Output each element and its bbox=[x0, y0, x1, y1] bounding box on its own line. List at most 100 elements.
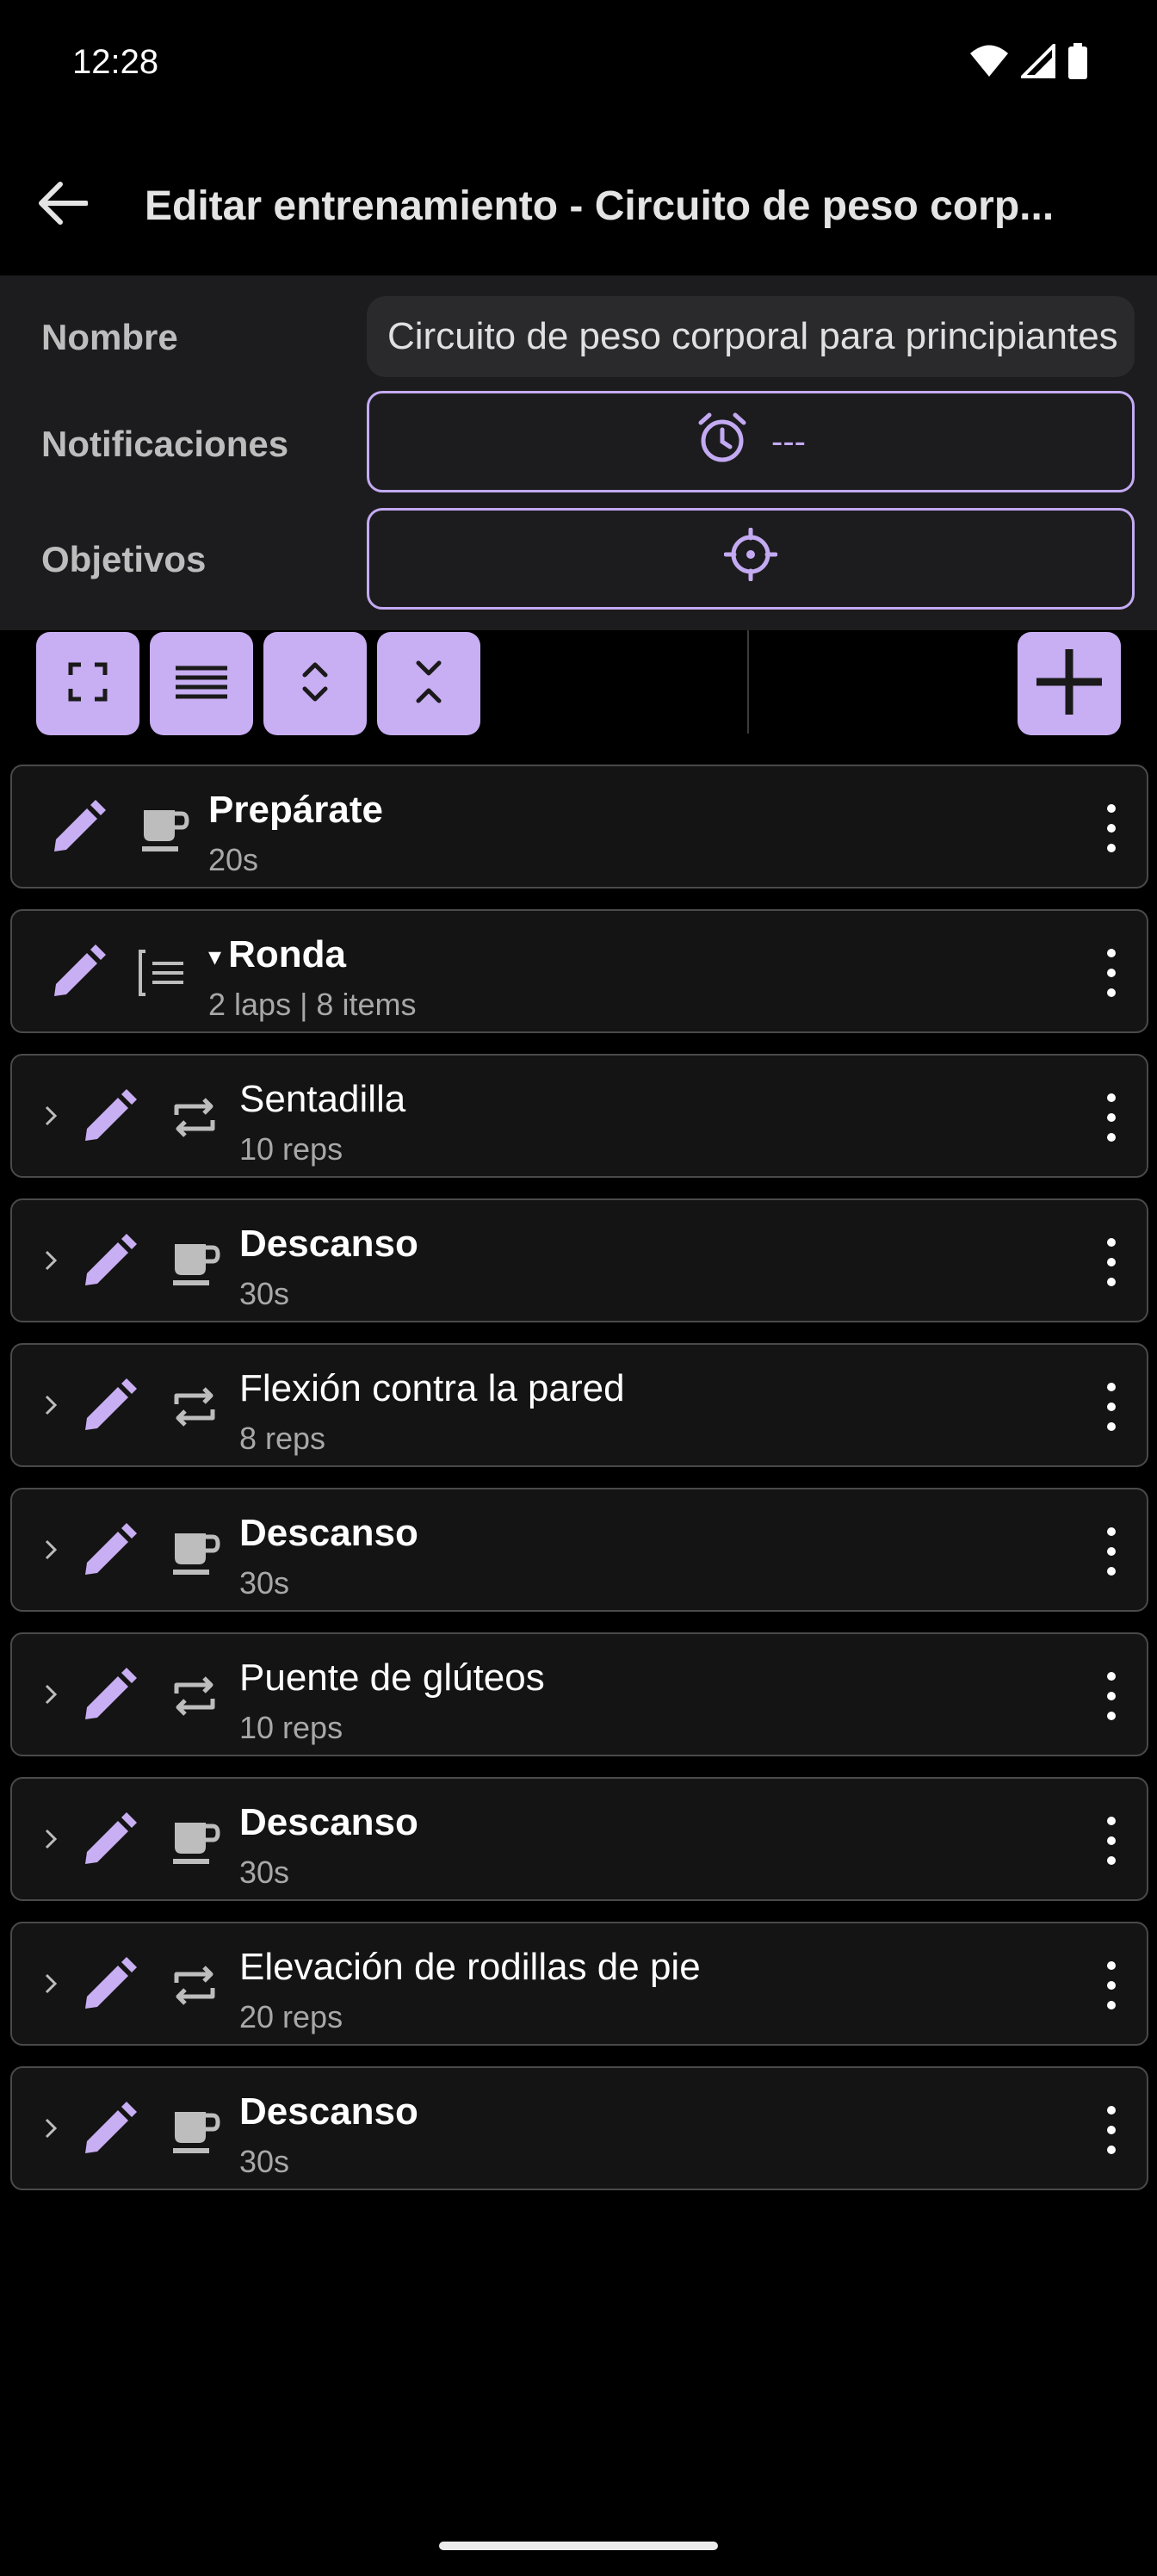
list-item[interactable]: Prepárate 20s bbox=[10, 765, 1148, 889]
back-button[interactable] bbox=[31, 174, 93, 236]
chevron-right-icon[interactable] bbox=[38, 1824, 64, 1855]
item-title-text: Sentadilla bbox=[239, 1078, 406, 1120]
gesture-nav-handle[interactable] bbox=[439, 2542, 718, 2550]
item-subtitle: 20s bbox=[208, 842, 259, 877]
more-dot bbox=[1107, 1383, 1116, 1391]
more-vert-icon[interactable] bbox=[1090, 1383, 1133, 1431]
chevron-right-icon[interactable] bbox=[38, 1968, 64, 1999]
item-subtitle: 8 reps bbox=[239, 1421, 326, 1456]
more-vert-icon[interactable] bbox=[1090, 1672, 1133, 1720]
list-item[interactable]: Flexión contra la pared 8 reps bbox=[10, 1343, 1148, 1467]
goals-button[interactable] bbox=[367, 508, 1135, 610]
pencil-icon[interactable] bbox=[74, 1517, 143, 1586]
chevron-right-icon[interactable] bbox=[38, 1534, 64, 1565]
more-dot bbox=[1107, 1856, 1116, 1865]
chevron-right-icon[interactable] bbox=[38, 1245, 64, 1276]
more-vert-icon[interactable] bbox=[1090, 1527, 1133, 1576]
more-vert-icon[interactable] bbox=[1090, 1238, 1133, 1286]
unfold-more-icon bbox=[298, 656, 332, 712]
chevron-right-icon[interactable] bbox=[38, 1100, 64, 1131]
more-dot bbox=[1107, 2126, 1116, 2134]
workout-form: Nombre Circuito de peso corporal para pr… bbox=[0, 276, 1157, 630]
expand-button[interactable] bbox=[263, 632, 367, 735]
notifications-label: Notificaciones bbox=[41, 424, 289, 464]
pencil-icon[interactable] bbox=[43, 938, 112, 1007]
name-field[interactable]: Circuito de peso corporal para principia… bbox=[367, 296, 1135, 377]
list-item[interactable]: Descanso 30s bbox=[10, 1488, 1148, 1612]
list-item[interactable]: Descanso 30s bbox=[10, 2066, 1148, 2190]
list-item[interactable]: Descanso 30s bbox=[10, 1198, 1148, 1322]
more-vert-icon[interactable] bbox=[1090, 1817, 1133, 1865]
unfold-less-icon bbox=[411, 656, 446, 712]
signal-icon bbox=[1018, 41, 1055, 83]
item-title: ▾ Ronda bbox=[208, 933, 346, 976]
more-dot bbox=[1107, 2106, 1116, 2115]
expanded-marker-icon[interactable]: ▾ bbox=[208, 943, 221, 971]
pencil-icon[interactable] bbox=[74, 2096, 143, 2164]
list-item[interactable]: ▾ Ronda 2 laps | 8 items bbox=[10, 909, 1148, 1033]
more-vert-icon[interactable] bbox=[1090, 804, 1133, 852]
menu-lines-icon bbox=[174, 663, 229, 705]
more-dot bbox=[1107, 2146, 1116, 2154]
more-vert-icon[interactable] bbox=[1090, 949, 1133, 997]
list-item[interactable]: Sentadilla 10 reps bbox=[10, 1054, 1148, 1178]
more-dot bbox=[1107, 1981, 1116, 1990]
repeat-icon bbox=[164, 1954, 226, 2016]
more-dot bbox=[1107, 844, 1116, 852]
item-title-text: Descanso bbox=[239, 1801, 418, 1843]
item-title-text: Descanso bbox=[239, 1223, 418, 1265]
collapse-button[interactable] bbox=[377, 632, 480, 735]
list-item[interactable]: Descanso 30s bbox=[10, 1777, 1148, 1901]
more-dot bbox=[1107, 1672, 1116, 1681]
more-dot bbox=[1107, 969, 1116, 977]
item-title-text: Prepárate bbox=[208, 789, 384, 831]
add-button[interactable] bbox=[1018, 632, 1121, 735]
chevron-right-icon[interactable] bbox=[38, 2113, 64, 2144]
list-item[interactable]: Elevación de rodillas de pie 20 reps bbox=[10, 1922, 1148, 2046]
more-dot bbox=[1107, 824, 1116, 833]
repeat-icon bbox=[164, 1087, 226, 1149]
coffee-icon bbox=[133, 797, 195, 859]
item-title: Prepárate bbox=[208, 789, 383, 832]
more-dot bbox=[1107, 1836, 1116, 1845]
page-title: Editar entrenamiento - Circuito de peso … bbox=[145, 183, 1055, 229]
plus-icon bbox=[1033, 646, 1105, 722]
more-dot bbox=[1107, 1258, 1116, 1266]
item-subtitle: 2 laps | 8 items bbox=[208, 987, 417, 1022]
more-dot bbox=[1107, 804, 1116, 813]
item-title: Puente de glúteos bbox=[239, 1656, 545, 1700]
notifications-value: --- bbox=[771, 422, 806, 461]
more-dot bbox=[1107, 1567, 1116, 1576]
list-item[interactable]: Puente de glúteos 10 reps bbox=[10, 1632, 1148, 1756]
pencil-icon[interactable] bbox=[74, 1806, 143, 1875]
pencil-icon[interactable] bbox=[74, 1372, 143, 1441]
pencil-icon[interactable] bbox=[74, 1951, 143, 2020]
more-vert-icon[interactable] bbox=[1090, 2106, 1133, 2154]
toolbar-divider bbox=[747, 630, 749, 734]
item-subtitle: 10 reps bbox=[239, 1131, 343, 1167]
chevron-right-icon[interactable] bbox=[38, 1679, 64, 1710]
more-dot bbox=[1107, 949, 1116, 957]
item-subtitle: 20 reps bbox=[239, 1999, 343, 2034]
item-subtitle: 10 reps bbox=[239, 1710, 343, 1745]
expand-all-button[interactable] bbox=[36, 632, 139, 735]
notifications-button[interactable]: --- bbox=[367, 391, 1135, 492]
more-vert-icon[interactable] bbox=[1090, 1093, 1133, 1142]
item-title-text: Descanso bbox=[239, 2090, 418, 2133]
chevron-right-icon[interactable] bbox=[38, 1390, 64, 1421]
screen: 12:28 Editar entrenamiento - Circuito de… bbox=[0, 0, 1157, 2576]
pencil-icon[interactable] bbox=[74, 1083, 143, 1152]
more-vert-icon[interactable] bbox=[1090, 1961, 1133, 2009]
round-icon bbox=[133, 942, 195, 1004]
more-dot bbox=[1107, 1712, 1116, 1720]
goals-label: Objetivos bbox=[41, 539, 207, 579]
more-dot bbox=[1107, 1547, 1116, 1556]
list-view-button[interactable] bbox=[150, 632, 253, 735]
pencil-icon[interactable] bbox=[43, 794, 112, 863]
coffee-icon bbox=[164, 1520, 226, 1582]
more-dot bbox=[1107, 1238, 1116, 1247]
more-dot bbox=[1107, 1692, 1116, 1700]
pencil-icon[interactable] bbox=[74, 1228, 143, 1297]
item-title: Descanso bbox=[239, 1223, 418, 1266]
pencil-icon[interactable] bbox=[74, 1662, 143, 1731]
